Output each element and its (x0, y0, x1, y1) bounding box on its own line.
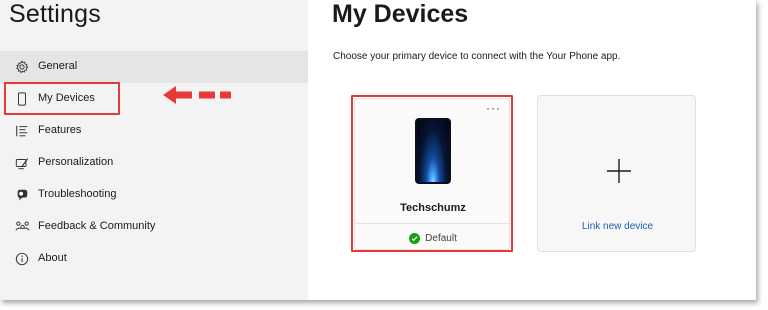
settings-window: Settings General My Devices Features Per… (0, 0, 756, 300)
features-list-icon (14, 123, 30, 139)
sidebar-title: Settings (9, 0, 101, 28)
sidebar-item-feedback-community[interactable]: Feedback & Community (0, 211, 308, 243)
sidebar-item-features[interactable]: Features (0, 115, 308, 147)
troubleshoot-icon (14, 187, 30, 203)
gear-icon (14, 59, 30, 75)
sidebar-item-troubleshooting[interactable]: Troubleshooting (0, 179, 308, 211)
community-icon (14, 219, 30, 235)
highlight-box-device-card (351, 95, 513, 252)
sidebar-item-general[interactable]: General (0, 51, 308, 83)
sidebar-item-label: Personalization (38, 156, 114, 168)
paint-icon (14, 155, 30, 171)
link-new-device-card[interactable]: Link new device (537, 95, 696, 252)
link-new-device-label[interactable]: Link new device (538, 221, 697, 232)
sidebar-item-label: Feedback & Community (38, 220, 156, 232)
arrow-left-icon (163, 86, 231, 104)
sidebar-item-label: General (38, 60, 78, 72)
page-title: My Devices (332, 0, 469, 28)
sidebar-item-label: About (38, 252, 67, 264)
sidebar-item-label: Troubleshooting (38, 188, 117, 200)
sidebar-item-label: Features (38, 124, 82, 136)
info-icon (14, 251, 30, 267)
main-panel: My Devices Choose your primary device to… (308, 0, 756, 300)
highlight-box-my-devices (4, 82, 120, 115)
sidebar-item-about[interactable]: About (0, 243, 308, 275)
page-description: Choose your primary device to connect wi… (333, 51, 621, 62)
plus-icon (607, 159, 631, 183)
sidebar-item-personalization[interactable]: Personalization (0, 147, 308, 179)
sidebar: Settings General My Devices Features Per… (0, 0, 308, 300)
